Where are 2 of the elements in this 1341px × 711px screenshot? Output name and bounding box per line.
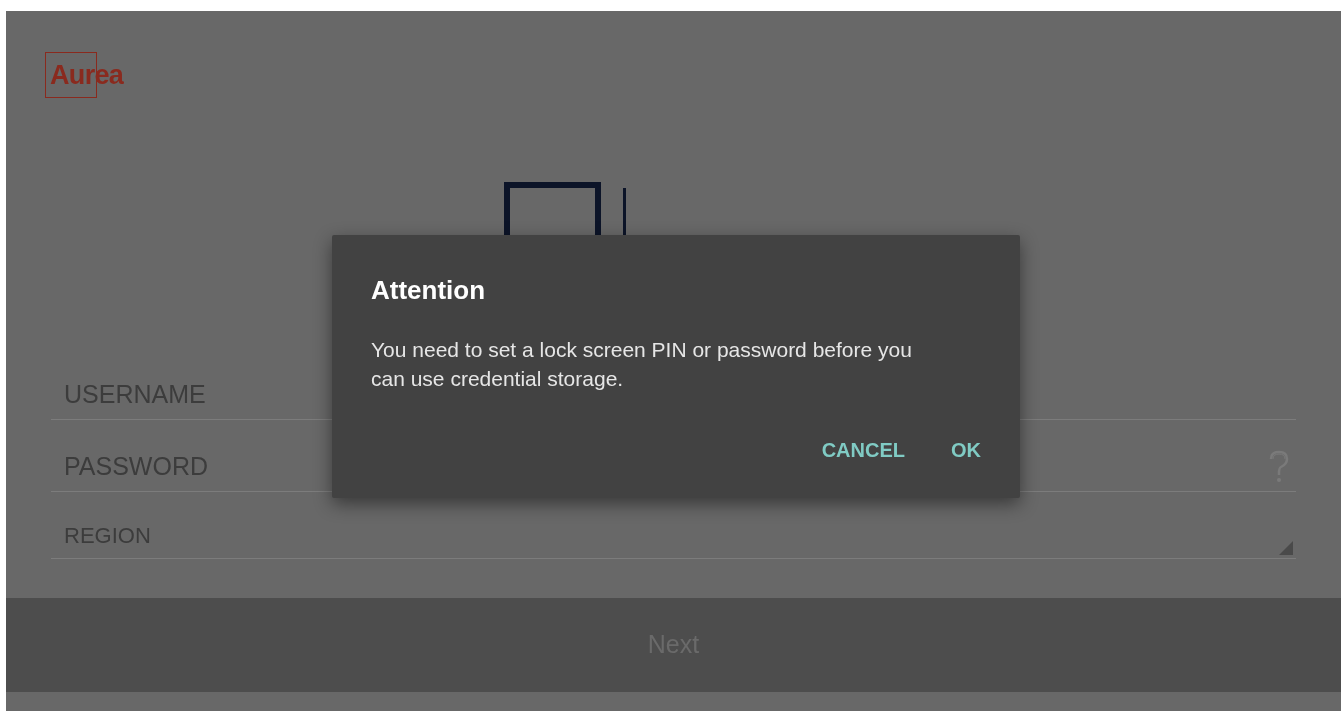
dialog-message: You need to set a lock screen PIN or password before you can use credential storage. xyxy=(371,337,913,392)
dialog-title: Attention xyxy=(371,274,487,307)
